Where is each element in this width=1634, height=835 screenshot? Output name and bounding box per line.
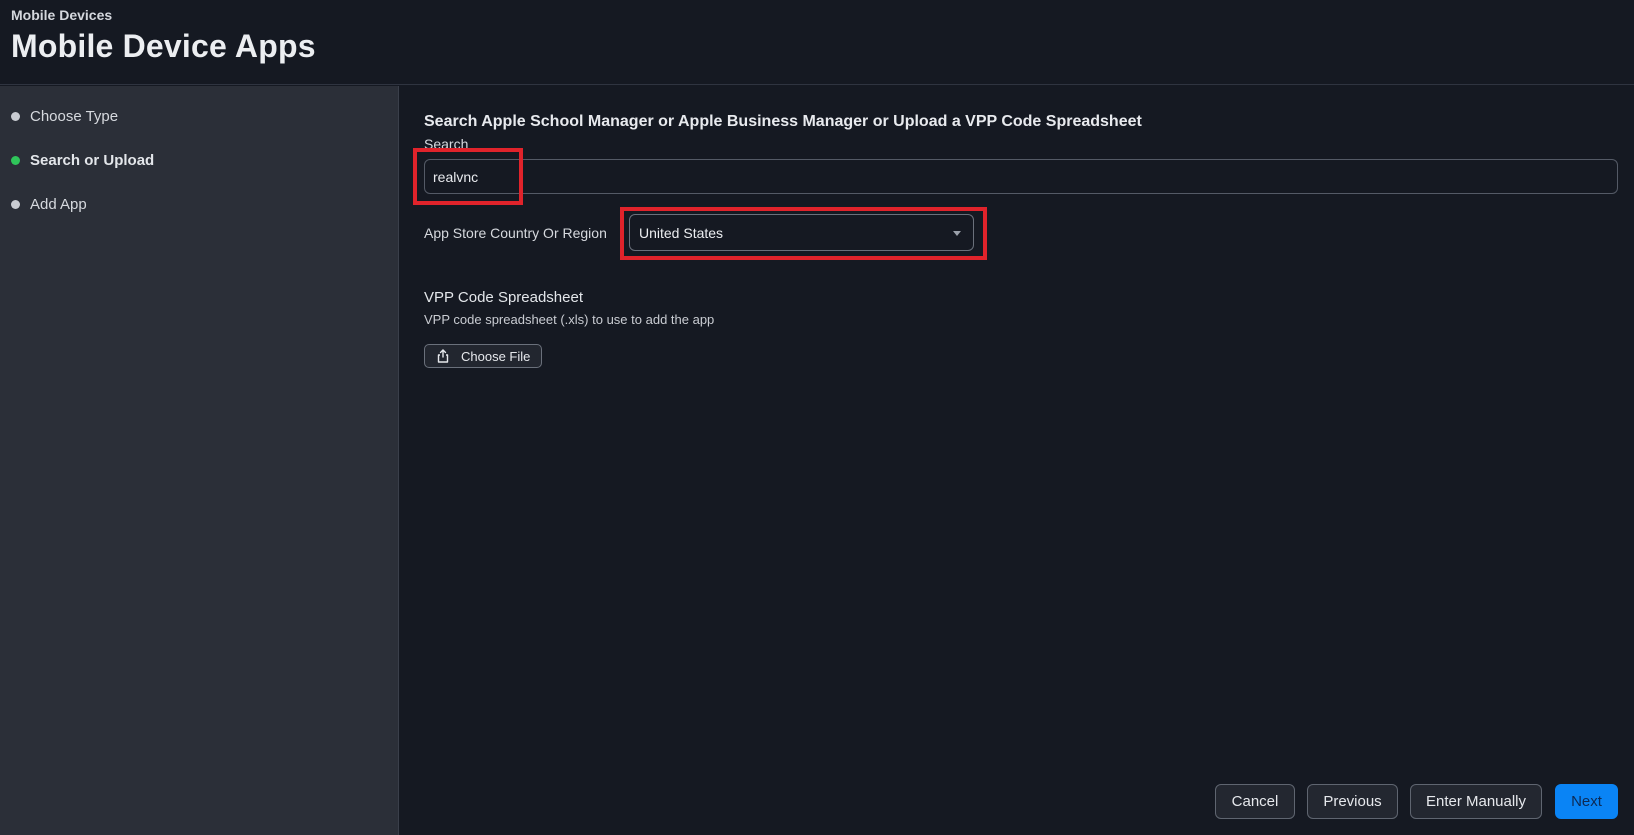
step-add-app[interactable]: Add App xyxy=(11,196,87,213)
vpp-title: VPP Code Spreadsheet xyxy=(424,289,584,306)
search-input[interactable] xyxy=(424,159,1618,194)
step-status-dot xyxy=(11,200,20,209)
step-label: Search or Upload xyxy=(30,152,155,169)
vpp-description: VPP code spreadsheet (.xls) to use to ad… xyxy=(424,312,715,327)
main-panel: Search Apple School Manager or Apple Bus… xyxy=(400,86,1634,835)
page-header: Mobile Devices Mobile Device Apps xyxy=(0,0,1634,85)
next-button[interactable]: Next xyxy=(1555,784,1618,819)
step-choose-type[interactable]: Choose Type xyxy=(11,108,118,125)
search-label: Search xyxy=(424,136,469,152)
wizard-sidebar: Choose Type Search or Upload Add App xyxy=(0,86,399,835)
cancel-button[interactable]: Cancel xyxy=(1215,784,1295,819)
region-select[interactable]: United States xyxy=(629,214,974,251)
breadcrumb[interactable]: Mobile Devices xyxy=(11,7,112,23)
step-status-dot xyxy=(11,112,20,121)
step-label: Choose Type xyxy=(30,108,119,125)
choose-file-button[interactable]: Choose File xyxy=(424,344,542,368)
region-selected-value: United States xyxy=(639,224,724,241)
region-label: App Store Country Or Region xyxy=(424,225,607,241)
step-search-or-upload[interactable]: Search or Upload xyxy=(11,152,154,169)
enter-manually-button[interactable]: Enter Manually xyxy=(1410,784,1542,819)
section-heading: Search Apple School Manager or Apple Bus… xyxy=(424,113,1142,130)
previous-button[interactable]: Previous xyxy=(1307,784,1398,819)
step-status-dot xyxy=(11,156,20,165)
step-label: Add App xyxy=(30,196,87,213)
page-title: Mobile Device Apps xyxy=(11,28,316,64)
upload-icon xyxy=(437,349,449,363)
choose-file-label: Choose File xyxy=(461,348,531,364)
chevron-down-icon xyxy=(953,231,961,236)
